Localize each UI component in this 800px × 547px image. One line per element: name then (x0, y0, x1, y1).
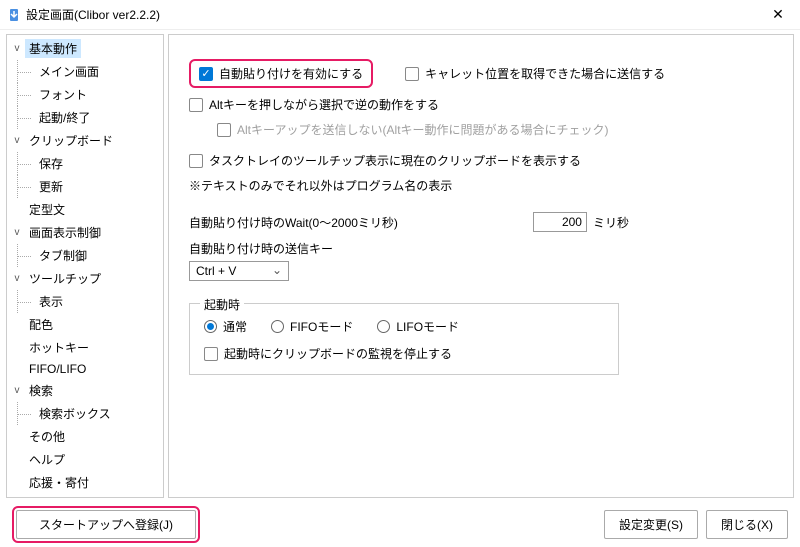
tree-item-label: 表示 (35, 292, 67, 311)
radio-startup-normal[interactable]: 通常 (204, 318, 247, 335)
sidebar: v基本動作メイン画面フォント起動/終了vクリップボード保存更新定型文v画面表示制… (6, 34, 164, 498)
checkbox-tooltip-clipboard[interactable]: タスクトレイのツールチップ表示に現在のクリップボードを表示する (189, 152, 581, 169)
tree-item-label: クリップボード (25, 131, 117, 150)
tree-item-label: 定型文 (25, 200, 69, 219)
tree-item[interactable]: 検索ボックス (7, 402, 163, 425)
tree-item-label: バージョン (25, 496, 93, 498)
radio-startup-fifo[interactable]: FIFOモード (271, 318, 353, 335)
tree-item[interactable]: 起動/終了 (7, 106, 163, 129)
tree-item[interactable]: v画面表示制御 (7, 221, 163, 244)
tree-item-label: ツールチップ (25, 269, 105, 288)
startup-group: 起動時 通常 FIFOモード LIFOモード 起動時にクリップボードの監視を停止… (189, 303, 619, 375)
tree-item-label: ホットキー (25, 338, 93, 357)
chevron-down-icon: v (11, 135, 23, 146)
send-key-select[interactable]: Ctrl + V (189, 261, 289, 281)
tree-item[interactable]: 更新 (7, 175, 163, 198)
tree-item[interactable]: 保存 (7, 152, 163, 175)
wait-label: 自動貼り付け時のWait(0～2000ミリ秒) (189, 214, 398, 231)
close-icon[interactable]: ✕ (760, 1, 796, 29)
tree-item-label: 応援・寄付 (25, 473, 93, 492)
chevron-down-icon: v (11, 227, 23, 238)
footer: スタートアップへ登録(J) 設定変更(S) 閉じる(X) (0, 502, 800, 547)
tree-item[interactable]: フォント (7, 83, 163, 106)
content-panel: ✓ 自動貼り付けを有効にする キャレット位置を取得できた場合に送信する Altキ… (168, 34, 794, 498)
tree-item[interactable]: その他 (7, 425, 163, 448)
tree-item-label: ヘルプ (25, 450, 69, 469)
chevron-down-icon: v (11, 385, 23, 396)
close-button[interactable]: 閉じる(X) (706, 510, 788, 539)
window-title: 設定画面(Clibor ver2.2.2) (26, 6, 760, 23)
checkbox-alt-keyup[interactable]: Altキーアップを送信しない(Altキー動作に問題がある場合にチェック) (217, 121, 609, 138)
startup-register-button[interactable]: スタートアップへ登録(J) (16, 510, 196, 539)
tree-item-label: 起動/終了 (35, 108, 94, 127)
tree-item-label: 検索 (25, 381, 57, 400)
tree-item-label: 配色 (25, 315, 57, 334)
main-area: v基本動作メイン画面フォント起動/終了vクリップボード保存更新定型文v画面表示制… (0, 30, 800, 502)
checkbox-stop-monitor[interactable]: 起動時にクリップボードの監視を停止する (204, 345, 452, 362)
tree-item-label: その他 (25, 427, 69, 446)
tree-item-label: 基本動作 (25, 39, 81, 58)
tree-item[interactable]: vクリップボード (7, 129, 163, 152)
chevron-down-icon: v (11, 273, 23, 284)
tree-item-label: メイン画面 (35, 62, 103, 81)
tree-item[interactable]: v検索 (7, 379, 163, 402)
tree-item-label: FIFO/LIFO (25, 361, 90, 377)
send-key-label: 自動貼り付け時の送信キー (189, 240, 773, 257)
apply-button[interactable]: 設定変更(S) (604, 510, 698, 539)
tree-item[interactable]: バージョン (7, 494, 163, 498)
checkbox-auto-paste-enable[interactable]: ✓ 自動貼り付けを有効にする (199, 65, 363, 82)
radio-startup-lifo[interactable]: LIFOモード (377, 318, 459, 335)
tree-item-label: フォント (35, 85, 91, 104)
checkbox-caret-send[interactable]: キャレット位置を取得できた場合に送信する (405, 65, 665, 82)
wait-unit: ミリ秒 (593, 214, 629, 231)
tree-item-label: 検索ボックス (35, 404, 115, 423)
tree-item-label: 画面表示制御 (25, 223, 105, 242)
tree-item[interactable]: v基本動作 (7, 37, 163, 60)
tooltip-note: ※テキストのみでそれ以外はプログラム名の表示 (189, 177, 773, 194)
tree-item-label: タブ制御 (35, 246, 91, 265)
checkbox-alt-reverse[interactable]: Altキーを押しながら選択で逆の動作をする (189, 96, 439, 113)
chevron-down-icon: v (11, 43, 23, 54)
startup-legend: 起動時 (200, 296, 244, 313)
tree-item[interactable]: タブ制御 (7, 244, 163, 267)
tree-item[interactable]: ヘルプ (7, 448, 163, 471)
titlebar: 設定画面(Clibor ver2.2.2) ✕ (0, 0, 800, 30)
wait-input[interactable] (533, 212, 587, 232)
tree-item[interactable]: メイン画面 (7, 60, 163, 83)
highlight-auto-paste: ✓ 自動貼り付けを有効にする (189, 59, 373, 88)
tree-item[interactable]: 配色 (7, 313, 163, 336)
tree-item[interactable]: vツールチップ (7, 267, 163, 290)
tree-item[interactable]: FIFO/LIFO (7, 359, 163, 379)
tree-item-label: 更新 (35, 177, 67, 196)
tree-item[interactable]: 表示 (7, 290, 163, 313)
tree-item-label: 保存 (35, 154, 67, 173)
tree-item[interactable]: 定型文 (7, 198, 163, 221)
app-icon (6, 7, 22, 23)
highlight-startup-register: スタートアップへ登録(J) (12, 506, 200, 543)
tree-item[interactable]: 応援・寄付 (7, 471, 163, 494)
tree-item[interactable]: ホットキー (7, 336, 163, 359)
